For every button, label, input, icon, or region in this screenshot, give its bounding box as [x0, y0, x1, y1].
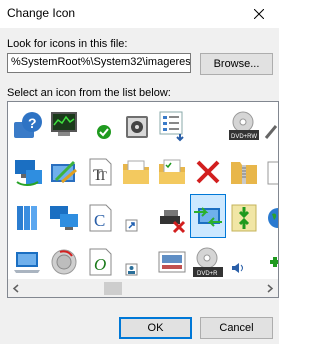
documents-folder-icon	[123, 160, 149, 184]
window-title: Change Icon	[7, 6, 76, 20]
shortcut-arrow-icon	[125, 219, 138, 232]
pencil-icon	[264, 125, 278, 139]
icon-item[interactable]: DVD+RW	[226, 106, 262, 146]
scroll-left-button[interactable]	[8, 280, 25, 297]
icon-item[interactable]	[154, 106, 190, 146]
image-slide-icon	[158, 251, 186, 273]
icon-item[interactable]	[46, 152, 82, 192]
ruler-window-icon	[51, 160, 77, 184]
icon-item[interactable]	[262, 106, 278, 146]
svg-text:T: T	[99, 168, 107, 183]
dvd-rw-icon: DVD+RW	[229, 111, 259, 140]
system-monitor-icon	[51, 112, 77, 136]
file-path-input[interactable]: %SystemRoot%\System32\imageres	[7, 53, 191, 73]
close-icon	[254, 9, 264, 19]
select-icon-label: Select an icon from the list below:	[7, 87, 171, 99]
svg-text:DVD+RW: DVD+RW	[231, 134, 257, 140]
icon-item[interactable]	[226, 152, 262, 192]
icon-item[interactable]: ?	[10, 106, 46, 146]
icon-item[interactable]	[262, 198, 278, 238]
sync-screen-icon	[194, 207, 222, 227]
scroll-thumb[interactable]	[104, 282, 122, 295]
media-player-icon	[126, 116, 148, 138]
checklist-folder-icon	[159, 159, 185, 184]
icon-item[interactable]	[10, 198, 46, 238]
icon-item[interactable]	[118, 198, 154, 238]
network-computer-icon	[15, 160, 42, 186]
font-c-icon: C	[89, 204, 112, 232]
svg-text:O: O	[94, 255, 106, 274]
svg-text:?: ?	[28, 115, 37, 131]
icon-item[interactable]	[10, 242, 46, 282]
icon-item[interactable]: C	[82, 198, 118, 238]
look-for-label: Look for icons in this file:	[7, 38, 128, 50]
computer-pair-icon	[50, 206, 78, 230]
icon-item[interactable]	[46, 106, 82, 146]
icon-item[interactable]: O	[82, 242, 118, 282]
svg-text:DVD+R: DVD+R	[197, 271, 218, 277]
icon-item[interactable]	[226, 242, 262, 282]
browse-button[interactable]: Browse...	[200, 53, 273, 75]
icon-item[interactable]	[118, 152, 154, 192]
scroll-right-icon	[267, 284, 274, 293]
zip-folder-icon	[231, 162, 257, 184]
speaker-small-icon	[232, 263, 243, 273]
check-icon	[97, 125, 111, 139]
delete-icon	[196, 160, 220, 184]
change-icon-dialog: Change Icon Look for icons in this file:…	[0, 0, 279, 344]
scroll-left-icon	[12, 284, 19, 293]
icon-item[interactable]	[10, 152, 46, 192]
drive-error-icon	[160, 210, 186, 234]
checklist-icon	[159, 111, 184, 142]
icon-item[interactable]	[118, 106, 154, 146]
user-tile-icon	[125, 263, 138, 276]
icon-item[interactable]	[154, 242, 190, 282]
icon-item[interactable]	[118, 242, 154, 282]
icon-item[interactable]	[262, 242, 278, 282]
icon-item[interactable]	[226, 198, 262, 238]
icon-item[interactable]	[154, 152, 190, 192]
document-edge-icon	[267, 161, 278, 185]
ok-button[interactable]: OK	[119, 317, 192, 339]
icon-item[interactable]: DVD+R	[190, 242, 226, 282]
icon-item[interactable]	[46, 242, 82, 282]
globe-icon	[268, 208, 278, 228]
monitor-icon	[14, 252, 40, 273]
icon-item[interactable]	[190, 152, 226, 192]
add-icon	[270, 257, 278, 267]
font-tt-icon: T T	[89, 158, 112, 186]
icon-item[interactable]	[262, 152, 278, 192]
icon-item[interactable]	[46, 198, 82, 238]
font-o-icon: O	[89, 248, 112, 276]
icon-list[interactable]: ? DVD+RW T T C O DVD+R	[7, 101, 279, 298]
title-bar: Change Icon	[0, 0, 279, 28]
cancel-button[interactable]: Cancel	[200, 317, 273, 339]
icon-item[interactable]	[154, 198, 190, 238]
help-icon: ?	[14, 112, 42, 138]
icon-item[interactable]: T T	[82, 152, 118, 192]
scroll-right-button[interactable]	[261, 280, 278, 297]
icon-item[interactable]	[82, 106, 118, 146]
sound-speaker-icon	[51, 249, 77, 275]
icon-item-selected[interactable]	[190, 194, 226, 238]
horizontal-scrollbar[interactable]	[8, 279, 278, 297]
compress-arrows-icon	[231, 204, 257, 232]
svg-text:C: C	[94, 211, 105, 230]
dvd-r-icon: DVD+R	[193, 247, 223, 277]
library-icon	[17, 206, 37, 230]
close-button[interactable]	[239, 0, 279, 28]
